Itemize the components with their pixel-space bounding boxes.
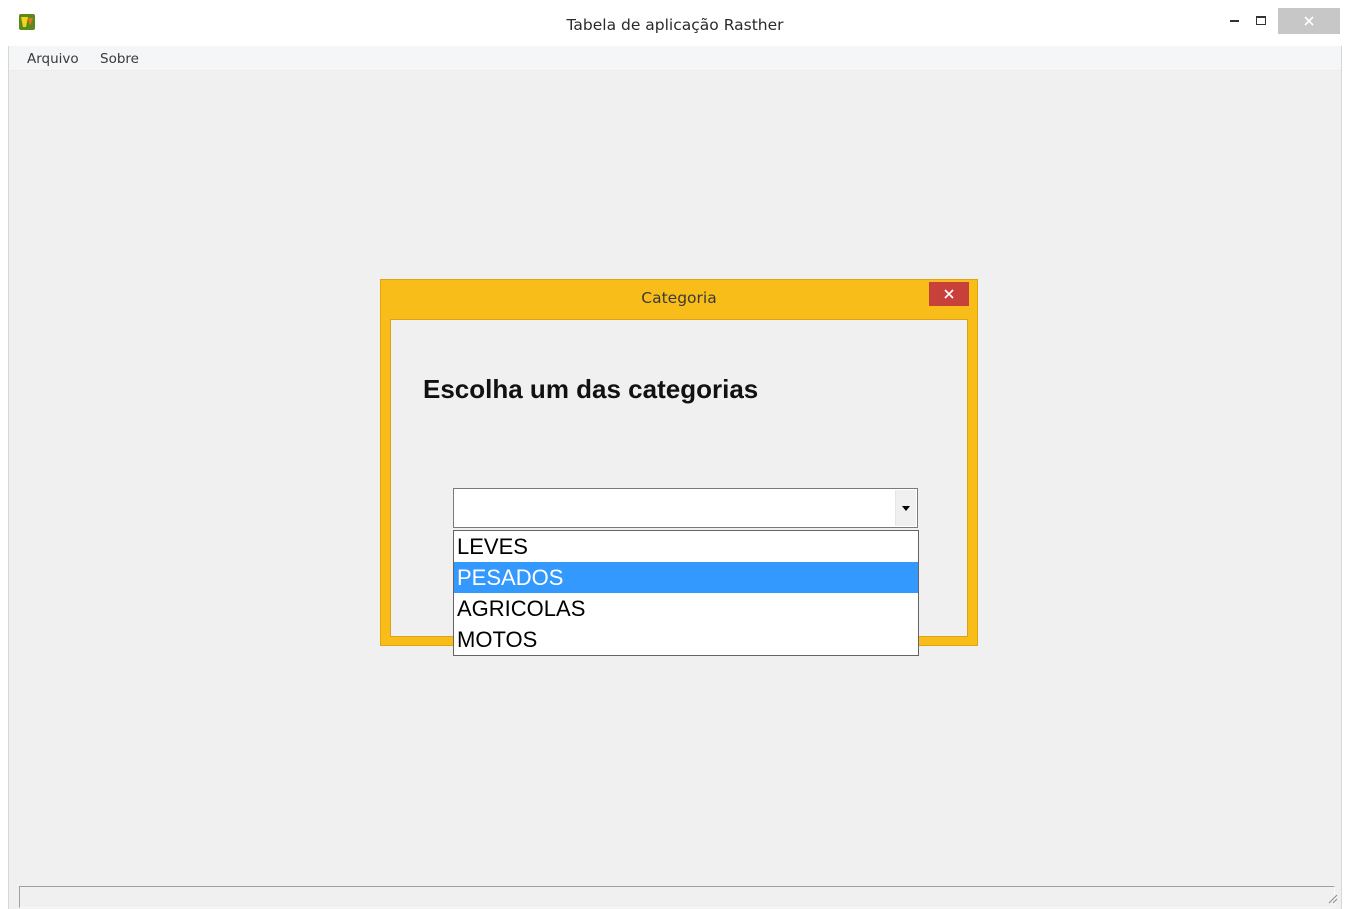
maximize-icon (1256, 15, 1266, 25)
dialog-title: Categoria (641, 289, 717, 307)
close-button[interactable] (1278, 8, 1340, 34)
dialog-heading: Escolha um das categorias (423, 374, 759, 404)
dialog-close-button[interactable] (929, 282, 969, 306)
dropdown-arrow-icon (902, 505, 910, 511)
window-title: Tabela de aplicação Rasther (566, 16, 784, 34)
combobox-dropdown-button[interactable] (895, 490, 916, 526)
dropdown-option-motos[interactable]: MOTOS (454, 624, 918, 655)
minimize-icon (1229, 20, 1239, 22)
resize-grip-icon[interactable] (1326, 892, 1338, 904)
menu-item-arquivo[interactable]: Arquivo (27, 51, 79, 67)
status-bar (19, 886, 1335, 908)
maximize-button[interactable] (1248, 8, 1274, 32)
category-dropdown-list: LEVES PESADOS AGRICOLAS MOTOS (453, 530, 919, 656)
window-left-border (8, 46, 9, 909)
close-icon (944, 289, 954, 299)
dropdown-option-agricolas[interactable]: AGRICOLAS (454, 593, 918, 624)
dropdown-option-leves[interactable]: LEVES (454, 531, 918, 562)
menu-bar: Arquivo Sobre (9, 46, 1341, 71)
window-right-border (1341, 46, 1342, 909)
category-combobox[interactable] (453, 488, 918, 528)
close-icon (1304, 16, 1314, 26)
menu-item-sobre[interactable]: Sobre (100, 51, 139, 67)
title-bar[interactable]: Tabela de aplicação Rasther (8, 8, 1342, 46)
minimize-button[interactable] (1220, 8, 1248, 32)
dropdown-option-pesados[interactable]: PESADOS (454, 562, 918, 593)
